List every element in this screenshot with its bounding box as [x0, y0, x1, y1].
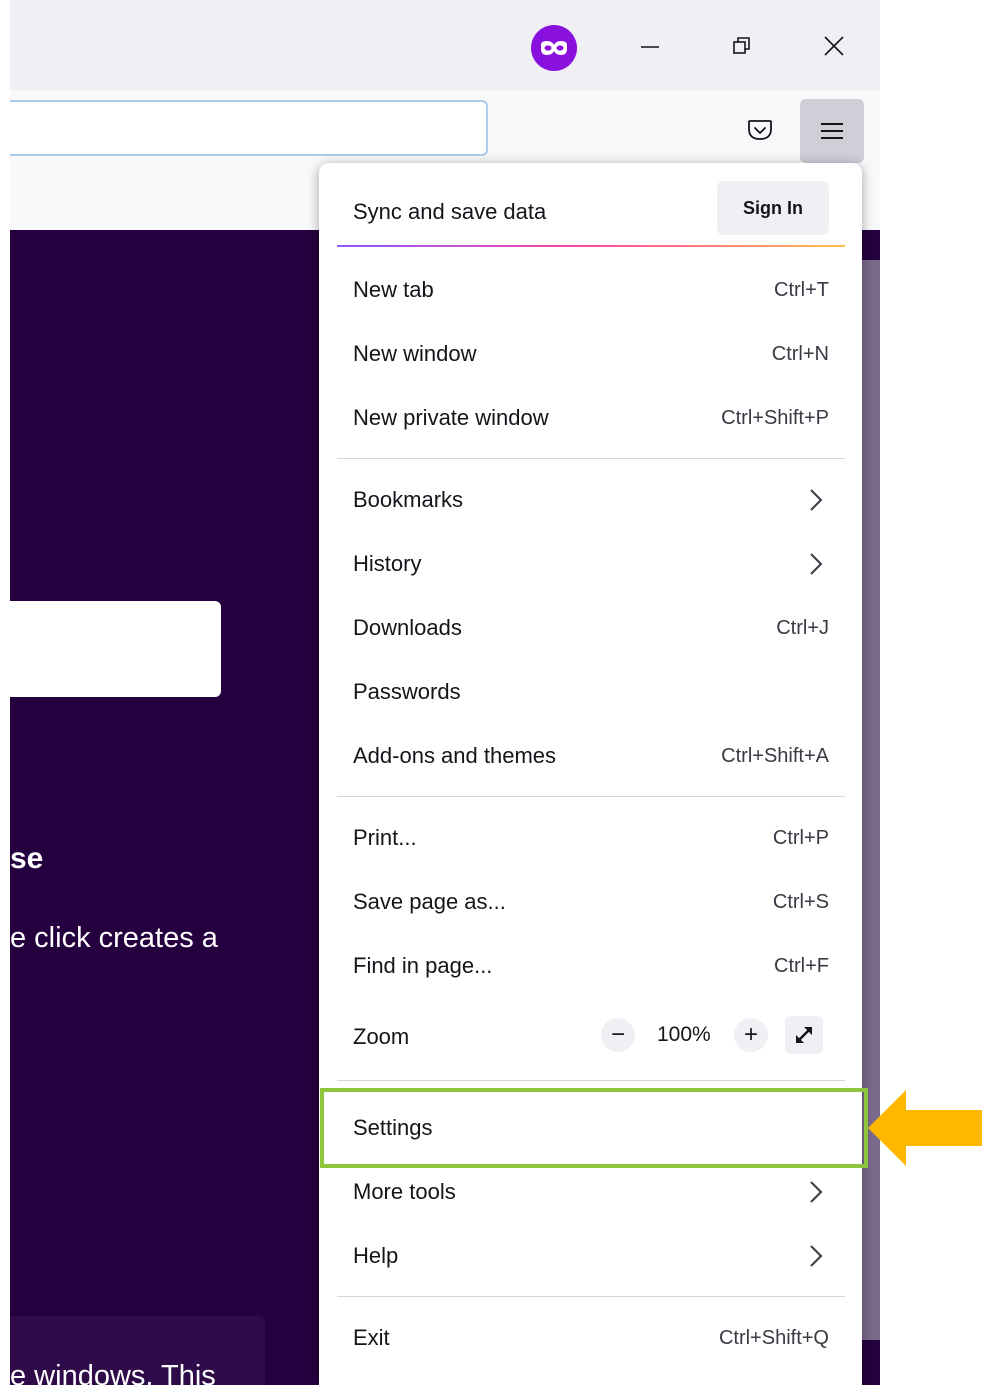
zoom-out-button[interactable]: − [601, 1018, 635, 1052]
settings-highlight-box [320, 1088, 868, 1168]
title-bar [10, 0, 880, 90]
sync-row: Sync and save data Sign In [337, 181, 845, 241]
menu-item-label: History [353, 551, 422, 576]
menu-item-new-private-window[interactable]: New private window Ctrl+Shift+P [337, 388, 845, 448]
hamburger-menu-icon [821, 123, 843, 139]
menu-item-shortcut: Ctrl+T [774, 278, 829, 301]
menu-item-shortcut: Ctrl+P [772, 826, 829, 849]
zoom-level[interactable]: 100% [657, 1023, 711, 1047]
menu-separator [337, 1296, 845, 1297]
app-menu-button[interactable] [800, 99, 864, 163]
pocket-icon [748, 120, 772, 140]
menu-item-label: Print... [353, 825, 417, 850]
menu-item-label: New window [353, 341, 477, 366]
pocket-button[interactable] [738, 108, 782, 152]
chevron-right-icon [810, 489, 823, 511]
chevron-right-icon [810, 1245, 823, 1267]
page-body-text-fragment: e click creates a [10, 922, 218, 954]
menu-item-downloads[interactable]: Downloads Ctrl+J [337, 598, 845, 658]
minimize-button[interactable] [626, 22, 674, 70]
menu-item-find-in-page[interactable]: Find in page... Ctrl+F [337, 936, 845, 996]
menu-item-label: New tab [353, 277, 434, 302]
menu-item-new-tab[interactable]: New tab Ctrl+T [337, 260, 845, 320]
menu-item-exit[interactable]: Exit Ctrl+Shift+Q [337, 1308, 845, 1368]
minimize-icon [641, 46, 659, 48]
menu-separator [337, 796, 845, 797]
menu-item-shortcut: Ctrl+J [776, 616, 829, 639]
zoom-in-button[interactable]: + [734, 1018, 768, 1052]
menu-item-shortcut: Ctrl+Shift+Q [718, 1326, 829, 1349]
sync-separator [337, 245, 845, 247]
menu-item-label: Bookmarks [353, 487, 464, 512]
menu-item-shortcut: Ctrl+F [774, 954, 829, 977]
page-heading-fragment: se [10, 842, 44, 875]
chevron-right-icon [810, 553, 823, 575]
page-scrollbar[interactable] [860, 260, 880, 1340]
zoom-label: Zoom [353, 1024, 410, 1049]
menu-item-label: Help [353, 1243, 399, 1268]
fullscreen-button[interactable] [785, 1016, 823, 1054]
menu-item-shortcut: Ctrl+Shift+A [721, 744, 829, 767]
restore-button[interactable] [718, 22, 766, 70]
private-browsing-mask-icon [531, 25, 577, 71]
menu-item-label: New private window [353, 405, 549, 430]
menu-item-label: More tools [353, 1179, 456, 1204]
menu-item-label: Exit [353, 1325, 390, 1350]
menu-separator [337, 458, 845, 459]
menu-item-shortcut: Ctrl+Shift+P [721, 406, 829, 429]
menu-item-passwords[interactable]: Passwords [337, 662, 845, 722]
menu-item-label: Save page as... [353, 889, 506, 914]
menu-item-save-page-as[interactable]: Save page as... Ctrl+S [337, 872, 845, 932]
sync-label: Sync and save data [353, 199, 547, 224]
chevron-right-icon [810, 1181, 823, 1203]
menu-item-label: Find in page... [353, 953, 493, 978]
address-bar[interactable] [10, 100, 488, 156]
page-info-text-fragment: e windows. This [10, 1360, 216, 1385]
close-icon [824, 36, 844, 56]
menu-item-history[interactable]: History [337, 534, 845, 594]
menu-item-print[interactable]: Print... Ctrl+P [337, 808, 845, 868]
menu-separator [337, 1080, 845, 1081]
menu-item-help[interactable]: Help [337, 1226, 845, 1286]
menu-item-bookmarks[interactable]: Bookmarks [337, 470, 845, 530]
menu-item-addons-and-themes[interactable]: Add-ons and themes Ctrl+Shift+A [337, 726, 845, 786]
left-arrow-icon [868, 1090, 982, 1166]
menu-item-new-window[interactable]: New window Ctrl+N [337, 324, 845, 384]
menu-item-shortcut: Ctrl+S [772, 890, 829, 913]
menu-item-label: Add-ons and themes [353, 743, 557, 768]
page-search-box[interactable] [10, 601, 221, 697]
app-menu-panel: Sync and save data Sign In New tab Ctrl+… [319, 163, 862, 1385]
close-button[interactable] [810, 22, 858, 70]
fullscreen-expand-icon [796, 1027, 812, 1043]
menu-item-label: Downloads [353, 615, 462, 640]
menu-item-shortcut: Ctrl+N [771, 342, 829, 365]
navigation-toolbar [10, 90, 880, 170]
menu-item-label: Passwords [353, 679, 461, 704]
restore-icon [733, 37, 750, 54]
zoom-row: Zoom − 100% + [337, 1006, 845, 1066]
sign-in-button[interactable]: Sign In [717, 181, 829, 235]
menu-item-more-tools[interactable]: More tools [337, 1162, 845, 1222]
